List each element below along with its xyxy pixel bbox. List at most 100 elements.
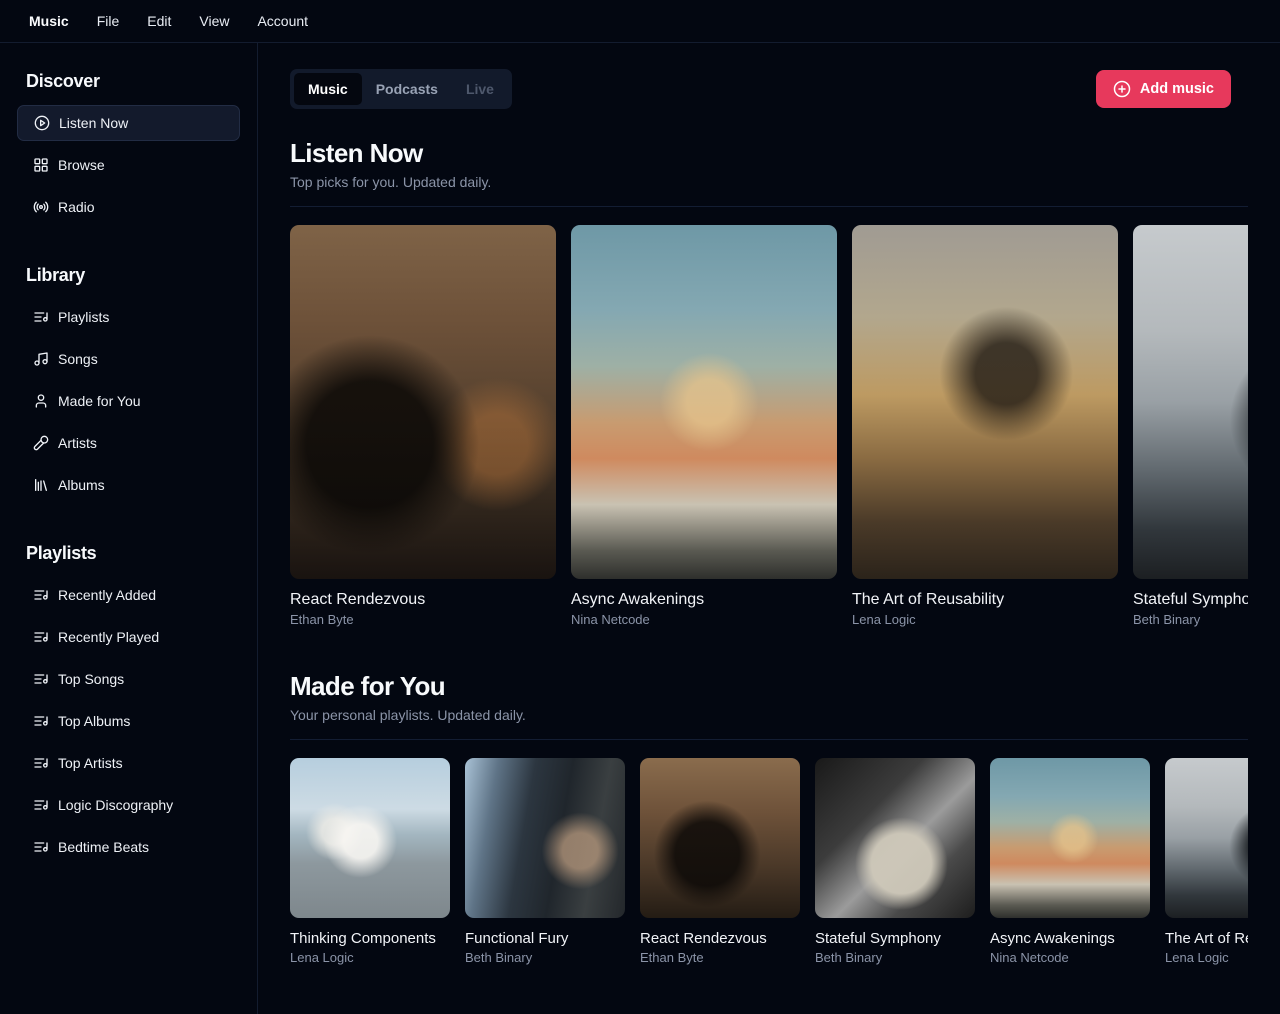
listen-now-carousel: React Rendezvous Ethan Byte Async Awaken… (290, 225, 1248, 627)
album-title: Async Awakenings (990, 930, 1150, 947)
tabs-row: Music Podcasts Live Add music (290, 69, 1248, 109)
sidebar-item-label: Playlists (58, 309, 109, 325)
sidebar-item-label: Listen Now (59, 115, 128, 131)
media-tabs: Music Podcasts Live (290, 69, 512, 109)
sidebar-section-playlists: Playlists Recently Added Recently Played… (12, 543, 245, 865)
album-card[interactable]: Stateful Symphony Beth Binary (1133, 225, 1248, 627)
album-artist: Nina Netcode (571, 612, 837, 627)
album-art (465, 758, 625, 918)
sidebar-item-label: Recently Added (58, 587, 156, 603)
album-artist: Lena Logic (852, 612, 1118, 627)
plus-circle-icon (1113, 80, 1131, 98)
sidebar-heading-library: Library (12, 265, 245, 286)
album-title: Stateful Symphony (1133, 591, 1248, 609)
album-art (290, 758, 450, 918)
sidebar-item-top-artists[interactable]: Top Artists (17, 745, 240, 781)
microphone-icon (33, 435, 49, 451)
album-art (1133, 225, 1248, 579)
menu-music[interactable]: Music (16, 7, 82, 35)
album-artist: Lena Logic (1165, 950, 1248, 965)
album-artist: Lena Logic (290, 950, 450, 965)
user-icon (33, 393, 49, 409)
tab-music[interactable]: Music (294, 73, 362, 105)
album-art (571, 225, 837, 579)
sidebar-section-library: Library Playlists Songs Made for You Art… (12, 265, 245, 503)
album-card[interactable]: Stateful Symphony Beth Binary (815, 758, 975, 965)
sidebar-item-label: Top Albums (58, 713, 130, 729)
sidebar-item-label: Top Artists (58, 755, 123, 771)
menu-file[interactable]: File (84, 7, 133, 35)
sidebar-item-label: Artists (58, 435, 97, 451)
album-card[interactable]: Thinking Components Lena Logic (290, 758, 450, 965)
album-card[interactable]: The Art of Reusability Lena Logic (852, 225, 1118, 627)
album-card[interactable]: The Art of Reusability Lena Logic (1165, 758, 1248, 965)
album-title: React Rendezvous (640, 930, 800, 947)
album-card[interactable]: Async Awakenings Nina Netcode (990, 758, 1150, 965)
album-artist: Beth Binary (815, 950, 975, 965)
section-subtitle: Your personal playlists. Updated daily. (290, 707, 1248, 723)
menu-edit[interactable]: Edit (134, 7, 184, 35)
album-artist: Nina Netcode (990, 950, 1150, 965)
add-music-label: Add music (1140, 81, 1214, 97)
sidebar-item-made-for-you[interactable]: Made for You (17, 383, 240, 419)
sidebar-item-artists[interactable]: Artists (17, 425, 240, 461)
list-music-icon (33, 839, 49, 855)
sidebar-item-albums[interactable]: Albums (17, 467, 240, 503)
section-subtitle: Top picks for you. Updated daily. (290, 174, 1248, 190)
menu-account[interactable]: Account (244, 7, 321, 35)
sidebar-item-label: Logic Discography (58, 797, 173, 813)
sidebar-item-label: Radio (58, 199, 95, 215)
list-music-icon (33, 309, 49, 325)
tab-podcasts[interactable]: Podcasts (362, 73, 452, 105)
sidebar-heading-discover: Discover (12, 71, 245, 92)
album-art (990, 758, 1150, 918)
album-title: The Art of Reusability (852, 591, 1118, 609)
made-for-you-carousel: Thinking Components Lena Logic Functiona… (290, 758, 1248, 965)
layout-grid-icon (33, 157, 49, 173)
album-title: React Rendezvous (290, 591, 556, 609)
sidebar-item-bedtime-beats[interactable]: Bedtime Beats (17, 829, 240, 865)
album-card[interactable]: Functional Fury Beth Binary (465, 758, 625, 965)
section-title: Made for You (290, 671, 1248, 702)
album-art (815, 758, 975, 918)
section-listen-now: Listen Now Top picks for you. Updated da… (290, 138, 1248, 627)
album-card[interactable]: React Rendezvous Ethan Byte (290, 225, 556, 627)
list-music-icon (33, 587, 49, 603)
album-title: Stateful Symphony (815, 930, 975, 947)
add-music-button[interactable]: Add music (1096, 70, 1231, 108)
album-title: Async Awakenings (571, 591, 837, 609)
sidebar-item-label: Albums (58, 477, 105, 493)
sidebar-item-browse[interactable]: Browse (17, 147, 240, 183)
sidebar-item-top-albums[interactable]: Top Albums (17, 703, 240, 739)
sidebar-item-label: Top Songs (58, 671, 124, 687)
list-music-icon (33, 713, 49, 729)
section-made-for-you: Made for You Your personal playlists. Up… (290, 671, 1248, 965)
tab-live[interactable]: Live (452, 73, 508, 105)
sidebar-item-radio[interactable]: Radio (17, 189, 240, 225)
section-title: Listen Now (290, 138, 1248, 169)
album-card[interactable]: Async Awakenings Nina Netcode (571, 225, 837, 627)
sidebar-item-listen-now[interactable]: Listen Now (17, 105, 240, 141)
list-music-icon (33, 629, 49, 645)
menu-view[interactable]: View (186, 7, 242, 35)
list-music-icon (33, 755, 49, 771)
sidebar-item-playlists[interactable]: Playlists (17, 299, 240, 335)
main-content: Music Podcasts Live Add music Listen Now… (257, 43, 1280, 1014)
sidebar: Discover Listen Now Browse Radio Library… (0, 43, 257, 1014)
album-card[interactable]: React Rendezvous Ethan Byte (640, 758, 800, 965)
album-artist: Beth Binary (1133, 612, 1248, 627)
album-artist: Ethan Byte (640, 950, 800, 965)
separator (290, 739, 1248, 740)
album-art (852, 225, 1118, 579)
album-artist: Beth Binary (465, 950, 625, 965)
sidebar-heading-playlists: Playlists (12, 543, 245, 564)
album-title: Functional Fury (465, 930, 625, 947)
sidebar-item-top-songs[interactable]: Top Songs (17, 661, 240, 697)
sidebar-item-recently-played[interactable]: Recently Played (17, 619, 240, 655)
sidebar-item-recently-added[interactable]: Recently Added (17, 577, 240, 613)
sidebar-item-label: Made for You (58, 393, 141, 409)
separator (290, 206, 1248, 207)
music-note-icon (33, 351, 49, 367)
sidebar-item-logic-discography[interactable]: Logic Discography (17, 787, 240, 823)
sidebar-item-songs[interactable]: Songs (17, 341, 240, 377)
